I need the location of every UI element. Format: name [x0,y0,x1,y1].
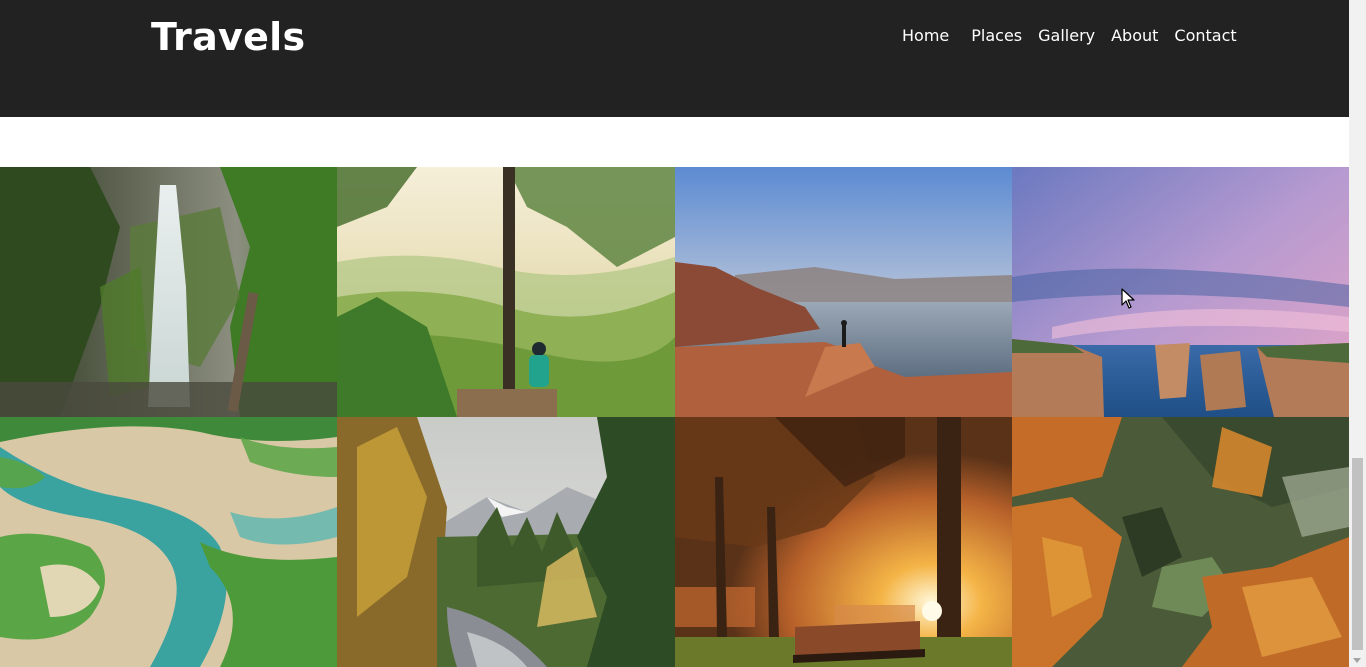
nav-link-contact[interactable]: Contact [1166,24,1244,48]
tree-overlook-image [337,167,675,417]
site-logo[interactable]: Travels [151,12,305,62]
scrollbar-thumb[interactable] [1352,458,1363,650]
nav-link-home[interactable]: Home [894,24,963,48]
river-delta-aerial-photo[interactable] [0,417,337,667]
autumn-forest-aerial-image [1012,417,1349,667]
tree-overlook-photo[interactable] [337,167,675,417]
nav-link-gallery[interactable]: Gallery [1030,24,1103,48]
nav-link-about[interactable]: About [1103,24,1166,48]
photo-gallery [0,167,1349,667]
coastal-rocks-photo[interactable] [1012,167,1349,417]
autumn-forest-aerial-photo[interactable] [1012,417,1349,667]
lake-cliff-image [675,167,1012,417]
mountain-forest-stream-image [337,417,675,667]
vertical-scrollbar[interactable] [1349,0,1366,667]
page-content: Travels Home Places Gallery About Contac… [0,0,1349,667]
autumn-park-bench-image [675,417,1012,667]
coastal-rocks-image [1012,167,1349,417]
lake-cliff-photo[interactable] [675,167,1012,417]
mountain-forest-stream-photo[interactable] [337,417,675,667]
site-header: Travels Home Places Gallery About Contac… [0,0,1349,117]
nav-link-places[interactable]: Places [963,24,1030,48]
scroll-down-arrow-icon[interactable] [1353,658,1361,663]
autumn-park-bench-photo[interactable] [675,417,1012,667]
page: Travels Home Places Gallery About Contac… [0,0,1366,667]
river-delta-aerial-image [0,417,337,667]
waterfall-image [0,167,337,417]
waterfall-photo[interactable] [0,167,337,417]
main-nav: Home Places Gallery About Contact [894,24,1245,48]
